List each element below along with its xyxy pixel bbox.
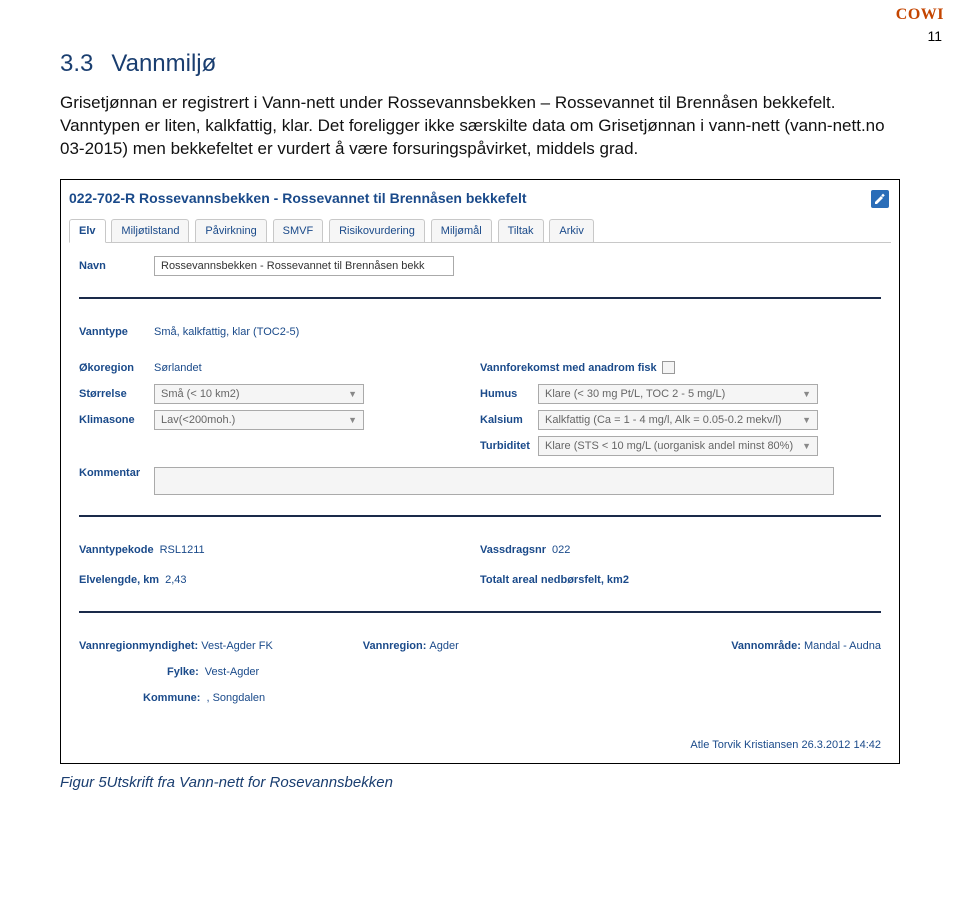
vanntypekode-value: RSL1211 bbox=[160, 544, 205, 556]
okoregion-label: Økoregion bbox=[79, 362, 154, 374]
chevron-down-icon: ▼ bbox=[348, 389, 357, 399]
fylke-value: Vest-Agder bbox=[205, 666, 259, 678]
tab-tiltak[interactable]: Tiltak bbox=[498, 219, 544, 242]
separator bbox=[79, 611, 881, 613]
turbiditet-select[interactable]: Klare (STS < 10 mg/L (uorganisk andel mi… bbox=[538, 436, 818, 456]
navn-label: Navn bbox=[79, 260, 154, 272]
vassdragsnr-label: Vassdragsnr bbox=[480, 544, 546, 556]
tab-pavirkning[interactable]: Påvirkning bbox=[195, 219, 266, 242]
storrelse-label: Størrelse bbox=[79, 388, 154, 400]
kalsium-select[interactable]: Kalkfattig (Ca = 1 - 4 mg/l, Alk = 0.05-… bbox=[538, 410, 818, 430]
navn-input[interactable] bbox=[154, 256, 454, 276]
elvelengde-value: 2,43 bbox=[165, 574, 186, 586]
humus-select[interactable]: Klare (< 30 mg Pt/L, TOC 2 - 5 mg/L)▼ bbox=[538, 384, 818, 404]
vanntypekode-label: Vanntypekode bbox=[79, 544, 154, 556]
vannomrade: Vannområde: Mandal - Audna bbox=[731, 640, 881, 652]
separator bbox=[79, 515, 881, 517]
humus-label: Humus bbox=[480, 388, 538, 400]
anadrom-label: Vannforekomst med anadrom fisk bbox=[480, 362, 662, 374]
form-area: Navn bbox=[65, 243, 895, 287]
edit-icon[interactable] bbox=[871, 190, 889, 208]
chevron-down-icon: ▼ bbox=[348, 415, 357, 425]
brand-logo: COWI bbox=[896, 6, 944, 24]
chevron-down-icon: ▼ bbox=[802, 415, 811, 425]
tab-risikovurdering[interactable]: Risikovurdering bbox=[329, 219, 425, 242]
vanntype-value: Små, kalkfattig, klar (TOC2-5) bbox=[154, 326, 299, 338]
kalsium-label: Kalsium bbox=[480, 414, 538, 426]
heading-title: Vannmiljø bbox=[111, 50, 216, 77]
kommentar-label: Kommentar bbox=[79, 467, 154, 479]
panel-title: 022-702-R Rossevannsbekken - Rossevannet… bbox=[65, 184, 895, 212]
vanntype-label: Vanntype bbox=[79, 326, 154, 338]
tab-bar: Elv Miljøtilstand Påvirkning SMVF Risiko… bbox=[69, 216, 891, 243]
vannregionmyndighet: Vannregionmyndighet: Vest-Agder FK bbox=[79, 640, 273, 652]
chevron-down-icon: ▼ bbox=[802, 441, 811, 451]
elvelengde-label: Elvelengde, km bbox=[79, 574, 159, 586]
kommune-value: , Songdalen bbox=[206, 692, 265, 704]
tab-smvf[interactable]: SMVF bbox=[273, 219, 324, 242]
section-heading: 3.3 Vannmiljø bbox=[60, 50, 900, 78]
klimasone-label: Klimasone bbox=[79, 414, 154, 426]
kommentar-textarea[interactable] bbox=[154, 467, 834, 495]
chevron-down-icon: ▼ bbox=[802, 389, 811, 399]
storrelse-select[interactable]: Små (< 10 km2)▼ bbox=[154, 384, 364, 404]
figure-caption: Figur 5Utskrift fra Vann-nett for Roseva… bbox=[60, 774, 900, 791]
document-page: COWI 11 3.3 Vannmiljø Grisetjønnan er reg… bbox=[0, 0, 960, 851]
heading-number: 3.3 bbox=[60, 50, 93, 78]
tab-elv[interactable]: Elv bbox=[69, 219, 106, 243]
kommune-label: Kommune: bbox=[143, 692, 200, 704]
screenshot-panel: 022-702-R Rossevannsbekken - Rossevannet… bbox=[60, 179, 900, 764]
fylke-label: Fylke: bbox=[167, 666, 199, 678]
separator bbox=[79, 297, 881, 299]
anadrom-checkbox[interactable] bbox=[662, 361, 675, 374]
vassdragsnr-value: 022 bbox=[552, 544, 570, 556]
klimasone-select[interactable]: Lav(<200moh.)▼ bbox=[154, 410, 364, 430]
signature-line: Atle Torvik Kristiansen 26.3.2012 14:42 bbox=[65, 719, 895, 751]
turbiditet-label: Turbiditet bbox=[480, 440, 538, 452]
areal-label: Totalt areal nedbørsfelt, km2 bbox=[480, 574, 629, 586]
page-number: 11 bbox=[927, 28, 942, 44]
tab-arkiv[interactable]: Arkiv bbox=[549, 219, 593, 242]
body-text: Grisetjønnan er registrert i Vann-nett u… bbox=[60, 92, 900, 161]
tab-miljotilstand[interactable]: Miljøtilstand bbox=[111, 219, 189, 242]
okoregion-value: Sørlandet bbox=[154, 362, 202, 374]
tab-miljomal[interactable]: Miljømål bbox=[431, 219, 492, 242]
vannregion: Vannregion: Agder bbox=[363, 640, 459, 652]
